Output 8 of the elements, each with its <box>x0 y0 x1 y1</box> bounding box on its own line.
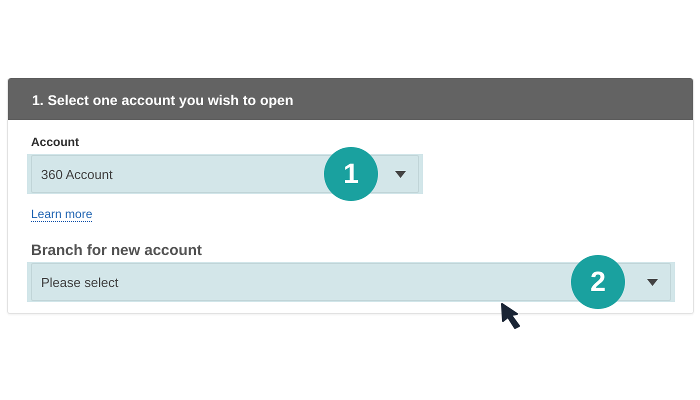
step-badge: 2 <box>571 255 625 309</box>
field-label: Branch for new account <box>31 243 203 259</box>
section-header: 1. Select one account you wish to open <box>8 78 693 120</box>
field-label: Account <box>31 134 80 150</box>
caret-icon <box>395 170 406 178</box>
learn-more-link[interactable]: Learn more <box>31 207 92 222</box>
step-badge: 1 <box>324 147 378 201</box>
caret-icon <box>647 278 658 286</box>
